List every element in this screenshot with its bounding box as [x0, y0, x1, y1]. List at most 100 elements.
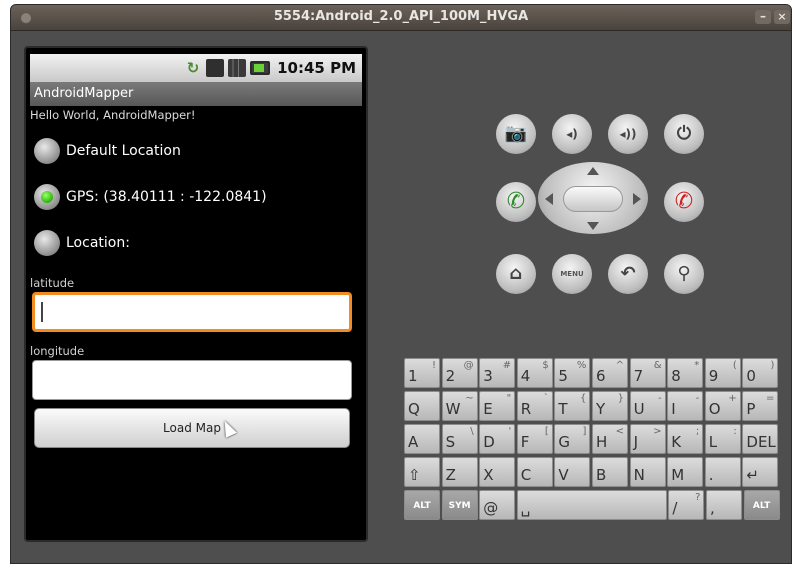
emulator-keyboard: 1! 2 @3 #4 $5% 6 ^ 7 & 8 * 9(0) Q W ~ E " R ` T{Y} U - I - O + P = A…	[404, 358, 782, 554]
longitude-input[interactable]	[32, 360, 352, 400]
key-row4-1[interactable]: Z	[441, 457, 478, 487]
close-button[interactable]: ×	[774, 10, 790, 24]
key-row3-2[interactable]: D '	[479, 424, 516, 454]
key-alt-label: *	[694, 360, 700, 371]
back-button[interactable]: ↶	[608, 254, 648, 294]
key-row2-9[interactable]: P =	[742, 391, 779, 421]
dpad-left-icon[interactable]	[545, 193, 553, 205]
minimize-button[interactable]: –	[755, 10, 771, 24]
key-comma[interactable]: ,	[706, 490, 742, 520]
key-alt-label: %	[576, 360, 587, 371]
key-row2-2[interactable]: E "	[479, 391, 516, 421]
key-alt-label: !	[431, 360, 436, 371]
key-row1-5[interactable]: 6 ^	[592, 358, 628, 388]
key-alt-label: &	[653, 360, 662, 371]
radio-default-location[interactable]: Default Location	[34, 138, 181, 164]
key-label: A	[408, 433, 419, 451]
radio-button-selected-icon[interactable]	[34, 184, 60, 210]
key-sym[interactable]: SYM	[441, 490, 478, 520]
key-alt-label: [	[544, 426, 549, 437]
key-label: S	[445, 433, 456, 451]
home-button[interactable]: ⌂	[496, 254, 536, 294]
key-row4-5[interactable]: B	[592, 457, 628, 487]
key-row2-3[interactable]: R `	[516, 391, 553, 421]
dpad-down-icon[interactable]	[587, 222, 599, 230]
key-row4-8[interactable]: .	[704, 457, 741, 487]
key-row3-3[interactable]: F[	[516, 424, 553, 454]
key-label: Q	[408, 400, 420, 418]
key-label: M	[671, 466, 685, 484]
key-row1-3[interactable]: 4 $	[516, 358, 553, 388]
key-row3-7[interactable]: K;	[667, 424, 704, 454]
dpad-right-icon[interactable]	[633, 193, 641, 205]
title-bar: 5554:Android_2.0_API_100M_HVGA – ×	[11, 5, 791, 31]
key-label: H	[596, 433, 608, 451]
power-button[interactable]: ⏻	[664, 114, 704, 154]
radio-label: Location:	[66, 235, 130, 251]
key-row1-0[interactable]: 1!	[404, 358, 440, 388]
key-label: 1	[408, 367, 418, 385]
latitude-input[interactable]	[32, 292, 352, 332]
load-map-button[interactable]: Load Map	[34, 408, 350, 448]
key-row2-6[interactable]: U-	[629, 391, 666, 421]
key-row4-9[interactable]: ↵	[742, 457, 779, 487]
key-row2-1[interactable]: W ~	[441, 391, 478, 421]
key-label: B	[596, 466, 607, 484]
key-alt-right[interactable]: ALT	[743, 490, 780, 520]
key-label: ALT	[752, 501, 771, 511]
key-label: 7	[633, 367, 644, 385]
key-row1-7[interactable]: 8 *	[667, 358, 704, 388]
camera-button[interactable]: 📷	[496, 114, 536, 154]
key-label: I	[671, 400, 676, 418]
key-row3-6[interactable]: J >	[629, 424, 666, 454]
key-label: Z	[445, 466, 456, 484]
key-label: ↵	[746, 466, 759, 484]
key-row4-2[interactable]: X	[479, 457, 516, 487]
key-row1-8[interactable]: 9(	[704, 358, 741, 388]
key-label: C	[520, 466, 532, 484]
key-row1-6[interactable]: 7 &	[629, 358, 666, 388]
dpad-up-icon[interactable]	[587, 167, 599, 175]
key-row3-9[interactable]: DEL	[742, 424, 779, 454]
key-row1-1[interactable]: 2 @	[441, 358, 478, 388]
key-row1-9[interactable]: 0)	[742, 358, 779, 388]
key-row4-0[interactable]: ⇧	[404, 457, 440, 487]
key-row3-4[interactable]: G]	[554, 424, 591, 454]
key-row2-8[interactable]: O +	[704, 391, 741, 421]
call-button[interactable]: ✆	[496, 182, 536, 222]
menu-button[interactable]: MENU	[552, 254, 592, 294]
radio-button-icon[interactable]	[34, 138, 60, 164]
key-row2-4[interactable]: T{	[554, 391, 591, 421]
volume-down-button[interactable]: ◂)	[552, 114, 592, 154]
key-row3-0[interactable]: A	[404, 424, 440, 454]
radio-button-icon[interactable]	[34, 230, 60, 256]
key-alt[interactable]: ALT	[404, 490, 440, 520]
radio-label: Default Location	[66, 143, 181, 159]
radio-location[interactable]: Location:	[34, 230, 130, 256]
key-row3-1[interactable]: S \	[441, 424, 478, 454]
key-row2-5[interactable]: Y}	[592, 391, 628, 421]
radio-gps[interactable]: GPS: (38.40111 : -122.0841)	[34, 184, 267, 210]
key-row3-5[interactable]: H <	[592, 424, 628, 454]
end-call-button[interactable]: ✆	[664, 182, 704, 222]
key-label: L	[708, 433, 718, 451]
key-label: ⇧	[408, 466, 421, 484]
key-label: 9	[708, 367, 719, 385]
key-row4-4[interactable]: V	[554, 457, 591, 487]
key-row1-4[interactable]: 5%	[554, 358, 591, 388]
key-row1-2[interactable]: 3 #	[479, 358, 516, 388]
volume-up-button[interactable]: ◂))	[608, 114, 648, 154]
key-row4-7[interactable]: M	[667, 457, 704, 487]
key-row4-6[interactable]: N	[629, 457, 666, 487]
key-at[interactable]: @	[479, 490, 516, 520]
key-row2-7[interactable]: I-	[667, 391, 704, 421]
dpad-center-button[interactable]	[563, 186, 623, 212]
key-row4-3[interactable]: C	[516, 457, 553, 487]
key-space[interactable]: ␣	[516, 490, 667, 520]
key-label: O	[708, 400, 721, 418]
key-alt-label: -	[657, 393, 662, 404]
key-row3-8[interactable]: L:	[704, 424, 741, 454]
search-button[interactable]: ⚲	[664, 254, 704, 294]
key-slash[interactable]: /?	[668, 490, 705, 520]
key-row2-0[interactable]: Q	[404, 391, 440, 421]
